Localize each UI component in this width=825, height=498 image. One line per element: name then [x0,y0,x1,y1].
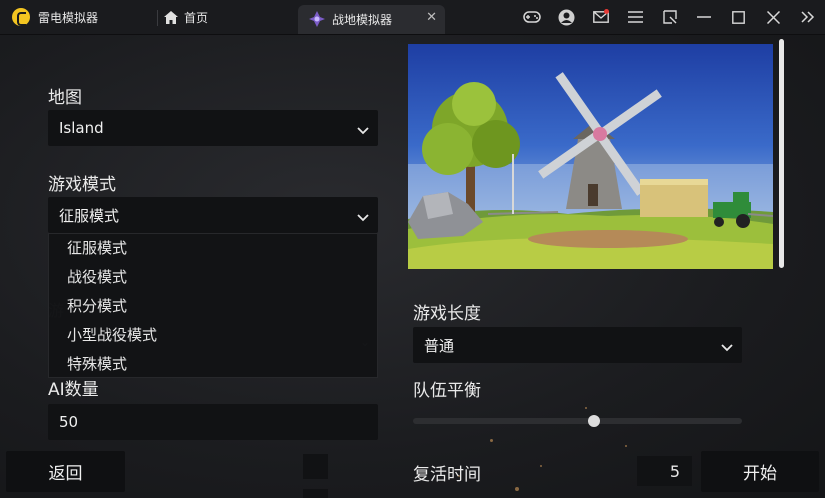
app-logo-icon [12,8,30,26]
ai-count-value: 50 [59,413,79,431]
particle [540,465,542,467]
map-value: Island [59,119,104,137]
menu-icon[interactable] [618,0,653,34]
map-label: 地图 [48,88,82,108]
home-icon [164,10,178,24]
minimize-icon[interactable] [687,0,722,34]
respawn-time-value: 5 [669,461,680,481]
ai-count-label: AI数量 [48,380,99,400]
tab-game-label: 战地模拟器 [332,13,393,27]
game-app-icon [309,11,325,31]
ai-count-input[interactable]: 50 [48,404,378,440]
scrollbar-thumb[interactable] [779,39,784,268]
particle [625,445,627,447]
expand-sidebar-icon[interactable] [791,0,825,34]
mode-value: 征服模式 [59,206,120,225]
start-button-label: 开始 [743,464,777,484]
placeholder-box [303,454,328,479]
notification-dot [604,9,609,14]
respawn-time-input[interactable]: 5 [637,456,692,486]
mode-option[interactable]: 小型战役模式 [49,321,377,350]
map-preview-image [408,44,773,269]
particle [515,487,519,491]
particle [585,407,587,409]
game-settings-screen: 地图 Island 游戏模式 征服模式 游 ⌄ 征服模式 战役模式 积分模式 小… [0,35,825,498]
mail-icon[interactable] [584,0,619,34]
screenshot-icon[interactable] [653,0,688,34]
mode-dropdown-list: 征服模式 战役模式 积分模式 小型战役模式 特殊模式 [48,233,378,378]
back-button[interactable]: 返回 [6,451,125,492]
mode-option[interactable]: 积分模式 [49,292,377,321]
chevron-down-icon [357,121,369,139]
respawn-time-label: 复活时间 [413,465,481,485]
start-button[interactable]: 开始 [701,451,819,492]
map-select[interactable]: Island [48,110,378,146]
chevron-down-icon [357,208,369,226]
slider-thumb[interactable] [587,415,600,427]
placeholder-box [303,489,328,498]
back-button-label: 返回 [48,464,83,484]
app-title: 雷电模拟器 [38,11,99,25]
game-length-label: 游戏长度 [413,304,481,324]
chevron-down-icon [721,338,733,356]
mode-select[interactable]: 征服模式 [48,197,378,233]
tab-game[interactable]: 战地模拟器 ✕ [298,5,445,34]
window-controls [515,0,825,34]
user-avatar-icon[interactable] [549,0,584,34]
divider [157,10,158,26]
mode-option[interactable]: 征服模式 [49,234,377,263]
game-length-value: 普通 [424,336,455,355]
mode-label: 游戏模式 [48,175,116,195]
particle [490,439,493,442]
maximize-icon[interactable] [722,0,757,34]
mode-option[interactable]: 战役模式 [49,263,377,292]
gamepad-icon[interactable] [515,0,550,34]
team-balance-label: 队伍平衡 [413,381,481,401]
title-bar: 雷电模拟器 首页 战地模拟器 ✕ [0,0,825,35]
close-tab-icon[interactable]: ✕ [426,10,437,25]
tab-home-label: 首页 [184,10,209,25]
team-balance-slider[interactable] [413,415,742,427]
game-length-select[interactable]: 普通 [413,327,742,363]
tab-home[interactable]: 首页 [164,6,208,28]
close-window-icon[interactable] [756,0,791,34]
